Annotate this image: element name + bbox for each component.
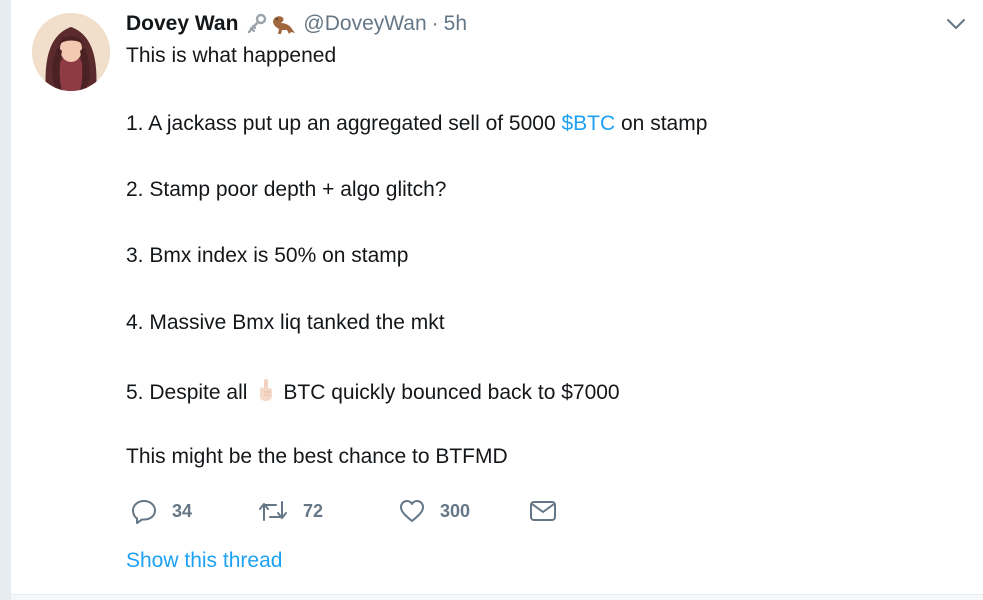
reply-button[interactable]: 34 (130, 497, 192, 525)
retweet-icon (259, 501, 287, 521)
bottom-strip (11, 595, 983, 600)
pointing-finger-icon (255, 378, 277, 408)
avatar[interactable] (32, 13, 110, 91)
left-rail (0, 0, 11, 600)
chevron-down-icon[interactable] (945, 15, 967, 33)
retweet-button[interactable]: 72 (257, 497, 323, 525)
tweet-line: 5. Despite all BTC quickly bounced back … (126, 378, 620, 408)
direct-message-button[interactable] (529, 497, 557, 525)
tweet-line-text: BTC quickly bounced back to $7000 (283, 381, 620, 404)
tweet-line: This might be the best chance to BTFMD (126, 445, 508, 468)
tweet-line: 4. Massive Bmx liq tanked the mkt (126, 311, 445, 334)
tweet-line-text: on stamp (615, 112, 708, 135)
tweet-line-text: 1. A jackass put up an aggregated sell o… (126, 112, 562, 135)
tweet-line: This is what happened (126, 44, 337, 67)
like-button[interactable]: 300 (398, 497, 470, 525)
header-separator: · (431, 12, 439, 35)
tweet-line: 3. Bmx index is 50% on stamp (126, 244, 409, 267)
tweet-line-text: 5. Despite all (126, 381, 248, 404)
like-count: 300 (440, 500, 471, 521)
timestamp[interactable]: 5h (444, 12, 467, 36)
reply-icon (132, 500, 156, 524)
dinosaur-icon (273, 16, 296, 34)
retweet-count: 72 (303, 500, 324, 521)
heart-icon (400, 500, 424, 522)
show-thread-link[interactable]: Show this thread (126, 549, 282, 573)
tweet-line: 1. A jackass put up an aggregated sell o… (126, 112, 707, 136)
reply-count: 34 (172, 500, 193, 521)
tweet-header: Dovey Wan @DoveyWan · 5h (126, 9, 467, 39)
tweet-line: 2. Stamp poor depth + algo glitch? (126, 178, 447, 201)
author-handle[interactable]: @DoveyWan (303, 12, 426, 36)
cashtag-link[interactable]: $BTC (561, 112, 615, 135)
key-icon (248, 13, 267, 34)
display-name[interactable]: Dovey Wan (126, 12, 238, 36)
envelope-icon (530, 501, 556, 521)
name-emoji-group (246, 12, 296, 36)
